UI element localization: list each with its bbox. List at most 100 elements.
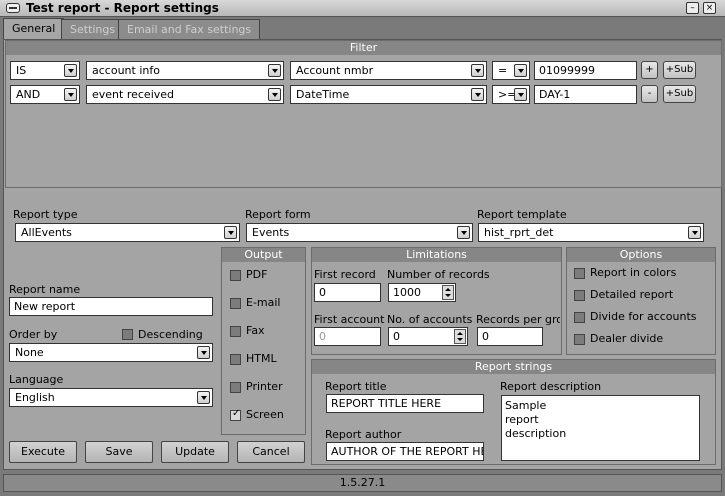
tab-settings[interactable]: Settings (61, 19, 125, 39)
chevron-down-icon (268, 64, 281, 77)
stepper-icon (442, 285, 454, 300)
filter-row1-cmp[interactable]: = (492, 61, 530, 80)
chevron-down-icon (514, 64, 527, 77)
screen-label: Screen (246, 408, 284, 421)
remove-condition-button[interactable]: - (641, 85, 658, 103)
fax-checkbox[interactable] (230, 326, 241, 337)
filter-row2-value[interactable]: DAY-1 (534, 85, 637, 104)
detailed-report-checkbox[interactable] (574, 290, 585, 301)
title-bar[interactable]: Test report - Report settings – × (0, 0, 725, 17)
tab-email-fax-settings[interactable]: Email and Fax settings (118, 19, 261, 39)
filter-row2-table[interactable]: event received (86, 85, 284, 104)
chevron-down-icon (224, 226, 237, 239)
first-account-input[interactable]: 0 (314, 327, 381, 346)
chevron-down-icon (197, 391, 210, 404)
language-label: Language (9, 373, 64, 386)
divide-for-accounts-label: Divide for accounts (590, 310, 697, 323)
html-checkbox[interactable] (230, 354, 241, 365)
limitations-title: Limitations (312, 248, 561, 262)
options-title: Options (567, 248, 715, 262)
filter-row1-table[interactable]: account info (86, 61, 284, 80)
descending-checkbox[interactable] (122, 329, 133, 340)
filter-row1-op[interactable]: IS (10, 61, 80, 80)
pdf-checkbox[interactable] (230, 270, 241, 281)
fax-label: Fax (246, 324, 265, 337)
app-menu-icon[interactable] (6, 3, 20, 13)
num-records-input[interactable]: 1000 (388, 283, 456, 302)
filter-row2-cmp[interactable]: >= (492, 85, 530, 104)
tab-general[interactable]: General (3, 18, 65, 40)
pdf-label: PDF (246, 268, 268, 281)
order-by-label: Order by (9, 328, 58, 341)
update-button[interactable]: Update (161, 441, 229, 463)
num-records-label: Number of records (387, 268, 490, 281)
report-in-colors-label: Report in colors (590, 266, 677, 279)
chevron-down-icon (471, 64, 484, 77)
report-form-select[interactable]: Events (246, 223, 473, 242)
add-sub-button-2[interactable]: +Sub (663, 85, 696, 103)
report-type-label: Report type (13, 208, 78, 221)
detailed-report-label: Detailed report (590, 288, 674, 301)
chevron-down-icon (64, 64, 77, 77)
dealer-divide-checkbox[interactable] (574, 334, 585, 345)
report-title-label: Report title (325, 380, 387, 393)
email-checkbox[interactable] (230, 298, 241, 309)
order-by-select[interactable]: None (9, 343, 213, 362)
records-per-group-input[interactable]: 0 (477, 327, 543, 346)
output-title: Output (222, 248, 305, 262)
window-title: Test report - Report settings (26, 1, 219, 15)
report-name-label: Report name (9, 283, 81, 296)
chevron-down-icon (64, 88, 77, 101)
report-author-label: Report author (325, 428, 402, 441)
chevron-down-icon (688, 226, 701, 239)
filter-row2-op[interactable]: AND (10, 85, 80, 104)
status-bar: 1.5.27.1 (3, 474, 722, 492)
first-record-label: First record (314, 268, 376, 281)
save-button[interactable]: Save (85, 441, 153, 463)
report-form-label: Report form (245, 208, 311, 221)
close-icon[interactable]: × (703, 2, 716, 14)
first-record-input[interactable]: 0 (314, 283, 381, 302)
cancel-button[interactable]: Cancel (237, 441, 305, 463)
add-condition-button[interactable]: + (641, 61, 658, 79)
chevron-down-icon (197, 346, 210, 359)
report-type-select[interactable]: AllEvents (15, 223, 240, 242)
filter-row2-field[interactable]: DateTime (290, 85, 487, 104)
screen-checkbox[interactable] (230, 408, 241, 421)
descending-label: Descending (138, 328, 203, 341)
report-author-input[interactable]: AUTHOR OF THE REPORT HERE (326, 442, 484, 461)
report-strings-title: Report strings (312, 360, 715, 374)
add-sub-button[interactable]: +Sub (663, 61, 696, 79)
description-line: Sample (505, 399, 547, 412)
html-label: HTML (246, 352, 277, 365)
filter-row1-field[interactable]: Account nmbr (290, 61, 487, 80)
report-description-textarea[interactable]: Sample report description (501, 395, 700, 461)
chevron-down-icon (471, 88, 484, 101)
description-line: description (505, 427, 567, 440)
report-template-select[interactable]: hist_rprt_det (478, 223, 704, 242)
printer-checkbox[interactable] (230, 382, 241, 393)
divide-for-accounts-checkbox[interactable] (574, 312, 585, 323)
dealer-divide-label: Dealer divide (590, 332, 664, 345)
report-name-input[interactable]: New report (9, 297, 213, 316)
printer-label: Printer (246, 380, 283, 393)
filter-row1-value[interactable]: 01099999 (534, 61, 637, 80)
minimize-icon[interactable]: – (686, 2, 699, 14)
description-line: report (505, 413, 539, 426)
chevron-down-icon (457, 226, 470, 239)
chevron-down-icon (514, 88, 527, 101)
report-title-input[interactable]: REPORT TITLE HERE (326, 394, 484, 413)
num-accounts-input[interactable]: 0 (388, 327, 468, 346)
filter-title: Filter (6, 41, 721, 55)
report-description-label: Report description (500, 380, 602, 393)
language-select[interactable]: English (9, 388, 213, 407)
num-accounts-label: No. of accounts (387, 313, 473, 326)
records-per-group-label: Records per grou (476, 313, 560, 326)
report-template-label: Report template (477, 208, 567, 221)
execute-button[interactable]: Execute (9, 441, 77, 463)
first-account-label: First account (314, 313, 385, 326)
email-label: E-mail (246, 296, 281, 309)
report-in-colors-checkbox[interactable] (574, 268, 585, 279)
chevron-down-icon (268, 88, 281, 101)
stepper-icon (454, 329, 466, 344)
